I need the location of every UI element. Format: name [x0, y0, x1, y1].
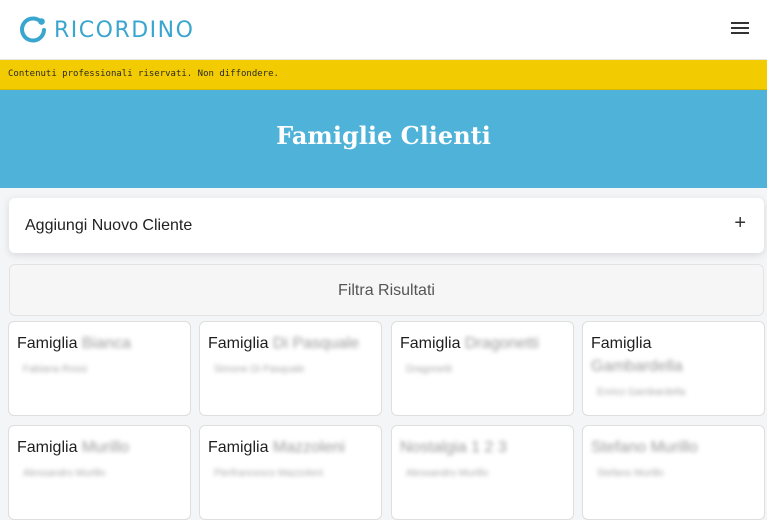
family-card[interactable]: Famiglia Bianca Fabiana Rossi	[8, 321, 191, 416]
family-card-member: Alessandro Murillo	[406, 468, 489, 479]
page-title: Famiglie Clienti	[276, 121, 491, 150]
top-navbar: RICORDINO	[0, 0, 767, 60]
add-client-label: Aggiungi Nuovo Cliente	[25, 217, 193, 234]
hamburger-menu-icon[interactable]	[731, 22, 749, 38]
family-card-title: Famiglia Di Pasquale	[208, 335, 360, 352]
family-card[interactable]: Famiglia Gambardella Enrico Gambardella	[582, 321, 765, 416]
family-card[interactable]: Famiglia Di Pasquale Simone Di Pasquale	[199, 321, 382, 416]
add-client-accordion[interactable]: Aggiungi Nuovo Cliente +	[9, 198, 764, 253]
family-card-member: Stefano Murillo	[597, 468, 664, 479]
family-card[interactable]: Famiglia Murillo Alessandro Murillo	[8, 425, 191, 520]
page-header: Famiglie Clienti	[0, 90, 767, 188]
family-card-title: Nostalgia 1 2 3	[400, 439, 507, 456]
brand-logo[interactable]: RICORDINO	[18, 14, 194, 46]
family-card-title: Stefano Murillo	[591, 439, 698, 456]
family-card-member: Alessandro Murillo	[23, 468, 106, 479]
family-card-member: Pierfrancesco Mazzoleni	[214, 468, 323, 479]
family-card-member: Simone Di Pasquale	[214, 364, 305, 375]
filter-label: Filtra Risultati	[338, 282, 435, 299]
confidentiality-banner: Contenuti professionali riservati. Non d…	[0, 60, 767, 90]
family-card-member: Enrico Gambardella	[597, 387, 686, 398]
family-card[interactable]: Famiglia Dragonetti Dragonetti	[391, 321, 574, 416]
brand-name: RICORDINO	[54, 17, 195, 43]
family-card[interactable]: Famiglia Mazzoleni Pierfrancesco Mazzole…	[199, 425, 382, 520]
family-card-member: Fabiana Rossi	[23, 364, 87, 375]
banner-text: Contenuti professionali riservati. Non d…	[8, 69, 279, 79]
family-card-title: Famiglia Bianca	[17, 335, 131, 352]
family-card-title: Famiglia Dragonetti	[400, 335, 539, 352]
family-card-title: Famiglia Murillo	[17, 439, 130, 456]
family-card-title: Famiglia Mazzoleni	[208, 439, 345, 456]
family-card-title: Famiglia Gambardella	[591, 335, 683, 375]
family-card-member: Dragonetti	[406, 364, 453, 375]
family-card[interactable]: Stefano Murillo Stefano Murillo	[582, 425, 765, 520]
logo-icon	[18, 15, 48, 45]
filter-results-button[interactable]: Filtra Risultati	[9, 264, 764, 316]
plus-icon[interactable]: +	[734, 212, 746, 235]
family-card[interactable]: Nostalgia 1 2 3 Alessandro Murillo	[391, 425, 574, 520]
